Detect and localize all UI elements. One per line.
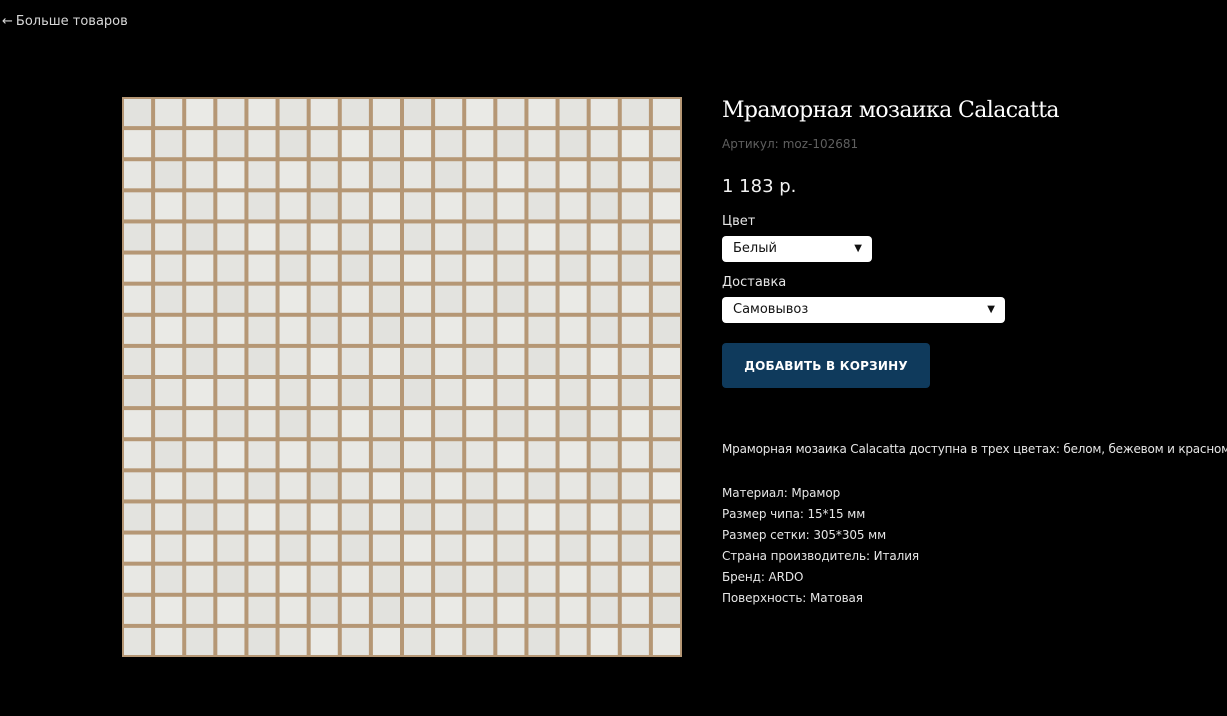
- product-title: Мраморная мозаика Calacatta: [722, 98, 1060, 123]
- color-select-value: Белый: [733, 241, 777, 256]
- sku-value: moz-102681: [782, 137, 859, 151]
- product-details: Мраморная мозаика Calacatta Артикул: moz-…: [722, 0, 1227, 716]
- caret-down-icon: ▼: [987, 304, 995, 315]
- delivery-select-value: Самовывоз: [733, 302, 809, 317]
- color-label: Цвет: [722, 214, 756, 229]
- caret-down-icon: ▼: [854, 243, 862, 254]
- product-specs: Материал: Мрамор Размер чипа: 15*15 мм Р…: [722, 483, 919, 609]
- color-select[interactable]: Белый ▼: [722, 236, 872, 262]
- spec-grid-size: Размер сетки: 305*305 мм: [722, 528, 887, 542]
- spec-country: Страна производитель: Италия: [722, 549, 920, 563]
- back-link-label: Больше товаров: [15, 14, 128, 29]
- arrow-left-icon: ←: [2, 14, 13, 29]
- sku-label: Артикул:: [722, 137, 779, 151]
- delivery-select[interactable]: Самовывоз ▼: [722, 297, 1005, 323]
- spec-surface: Поверхность: Матовая: [722, 591, 863, 605]
- mosaic-tile-image: [122, 97, 682, 657]
- add-to-cart-button[interactable]: ДОБАВИТЬ В КОРЗИНУ: [722, 343, 930, 388]
- spec-chip-size: Размер чипа: 15*15 мм: [722, 507, 866, 521]
- product-image: [122, 97, 682, 657]
- product-price: 1 183 р.: [722, 176, 797, 197]
- spec-brand: Бренд: ARDO: [722, 570, 804, 584]
- product-description: Мраморная мозаика Calacatta доступна в т…: [722, 442, 1227, 456]
- delivery-label: Доставка: [722, 275, 787, 290]
- product-sku: Артикул: moz-102681: [722, 137, 858, 151]
- spec-material: Материал: Мрамор: [722, 486, 841, 500]
- back-to-products-link[interactable]: ← Больше товаров: [2, 14, 128, 29]
